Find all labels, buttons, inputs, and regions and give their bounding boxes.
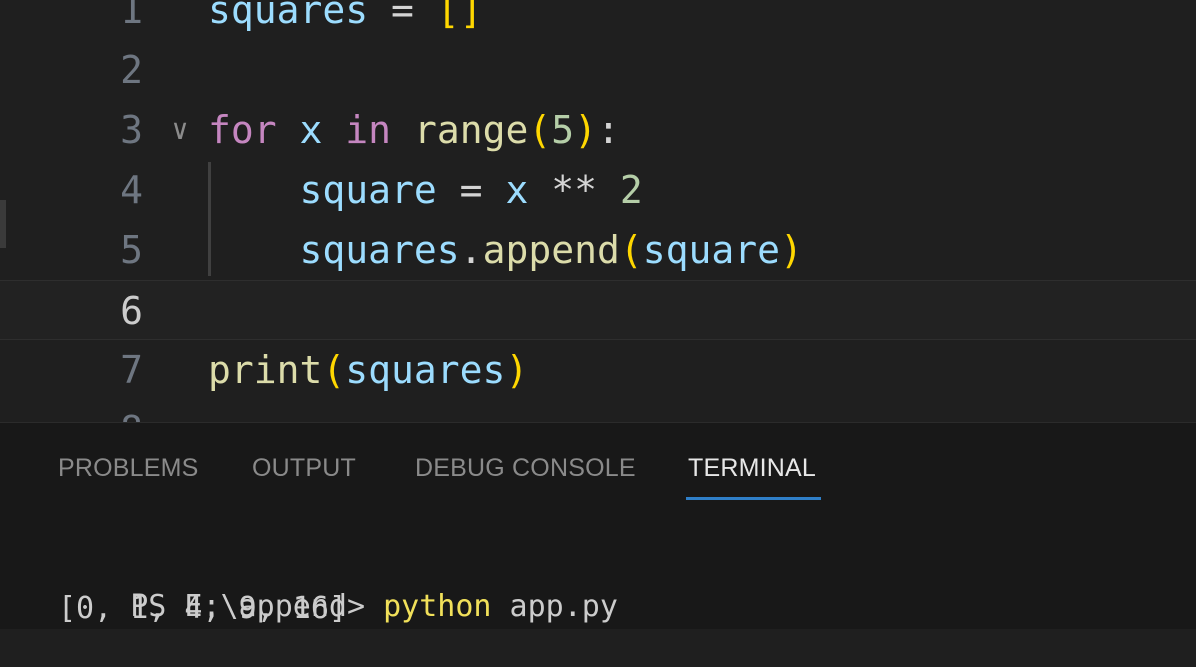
code-token: ) bbox=[505, 348, 529, 392]
code-token: 2 bbox=[619, 168, 643, 212]
code-text: squares.append(square) bbox=[208, 220, 803, 280]
code-token: 5 bbox=[551, 108, 575, 152]
code-token: = bbox=[368, 0, 437, 32]
code-token: [] bbox=[436, 0, 483, 32]
code-line[interactable]: 6 bbox=[0, 280, 1196, 340]
tab-output[interactable]: OUTPUT bbox=[252, 451, 356, 485]
terminal-args: app.py bbox=[491, 589, 618, 624]
code-text: for x in range(5): bbox=[208, 100, 620, 160]
code-token: squares bbox=[299, 228, 460, 272]
code-token: squares bbox=[208, 0, 369, 32]
tab-problems[interactable]: PROBLEMS bbox=[58, 451, 199, 485]
code-text: print(squares) bbox=[208, 340, 528, 400]
code-line[interactable]: 5 squares.append(square) bbox=[0, 220, 1196, 280]
code-line[interactable]: 4 square = x ** 2 bbox=[0, 160, 1196, 220]
code-token: for bbox=[208, 108, 277, 152]
code-token: ( bbox=[528, 108, 552, 152]
code-line[interactable]: 7 print(squares) bbox=[0, 340, 1196, 400]
tab-terminal[interactable]: TERMINAL bbox=[688, 451, 816, 485]
line-number: 3 bbox=[120, 108, 143, 152]
code-token: = bbox=[436, 168, 506, 212]
chevron-down-icon[interactable]: ∨ bbox=[166, 100, 194, 160]
line-number: 4 bbox=[120, 168, 143, 212]
code-token: x bbox=[505, 168, 529, 212]
code-token: ( bbox=[322, 348, 346, 392]
code-token: square bbox=[642, 228, 781, 272]
line-number: 1 bbox=[120, 0, 143, 32]
code-token: x bbox=[276, 108, 346, 152]
code-token: append bbox=[482, 228, 620, 272]
code-token: . bbox=[459, 228, 483, 272]
code-line[interactable]: 3 ∨ for x in range(5): bbox=[0, 100, 1196, 160]
code-text: square = x ** 2 bbox=[208, 160, 643, 220]
code-token: : bbox=[597, 108, 620, 152]
code-token: ) bbox=[574, 108, 597, 152]
code-token: print bbox=[208, 348, 323, 392]
code-editor[interactable]: 1 squares = [] 2 3 ∨ for x in range(5): 4 squa… bbox=[0, 0, 1196, 422]
line-number: 7 bbox=[120, 348, 143, 392]
active-tab-indicator bbox=[686, 497, 821, 500]
code-text: squares = [] bbox=[208, 0, 483, 40]
code-token: in bbox=[345, 108, 392, 152]
code-token: ** bbox=[528, 168, 620, 212]
terminal-output: [0, 1, 4, 9, 16] bbox=[58, 591, 347, 626]
line-number: 6 bbox=[120, 289, 143, 333]
code-token: ) bbox=[780, 228, 803, 272]
panel-tabs: PROBLEMS OUTPUT DEBUG CONSOLE TERMINAL bbox=[0, 423, 1196, 513]
tab-debug-console[interactable]: DEBUG CONSOLE bbox=[415, 451, 636, 485]
bottom-panel: PROBLEMS OUTPUT DEBUG CONSOLE TERMINAL P… bbox=[0, 422, 1196, 629]
code-token: square bbox=[299, 168, 437, 212]
line-number: 2 bbox=[120, 48, 143, 92]
code-token: range bbox=[413, 108, 529, 152]
code-line[interactable]: 1 squares = [] bbox=[0, 0, 1196, 40]
code-line[interactable]: 8 bbox=[0, 400, 1196, 422]
terminal-command: python bbox=[383, 589, 492, 624]
code-token: squares bbox=[345, 348, 506, 392]
code-line[interactable]: 2 bbox=[0, 40, 1196, 100]
line-number: 5 bbox=[120, 228, 143, 272]
line-number: 8 bbox=[83, 400, 143, 422]
code-token: ( bbox=[619, 228, 643, 272]
